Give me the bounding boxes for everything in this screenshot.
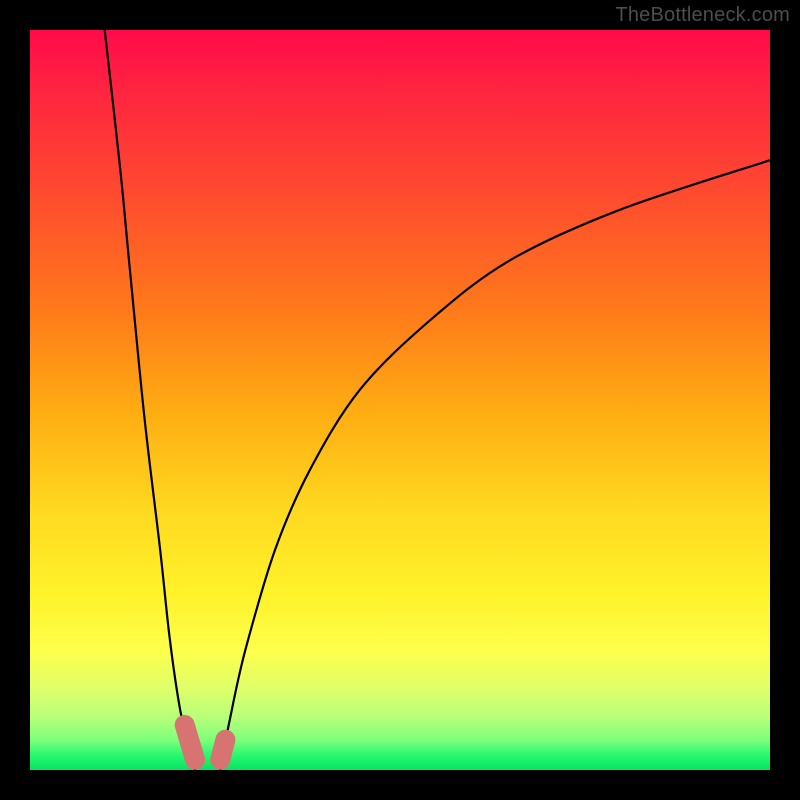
left-highlight-marker	[185, 725, 195, 760]
source-watermark: TheBottleneck.com	[615, 4, 790, 27]
plot-area	[30, 30, 770, 770]
right-bottleneck-curve	[220, 160, 770, 770]
right-highlight-marker	[220, 740, 225, 760]
curve-layer	[30, 30, 770, 770]
left-bottleneck-curve	[105, 30, 195, 770]
chart-frame: TheBottleneck.com	[0, 0, 800, 800]
